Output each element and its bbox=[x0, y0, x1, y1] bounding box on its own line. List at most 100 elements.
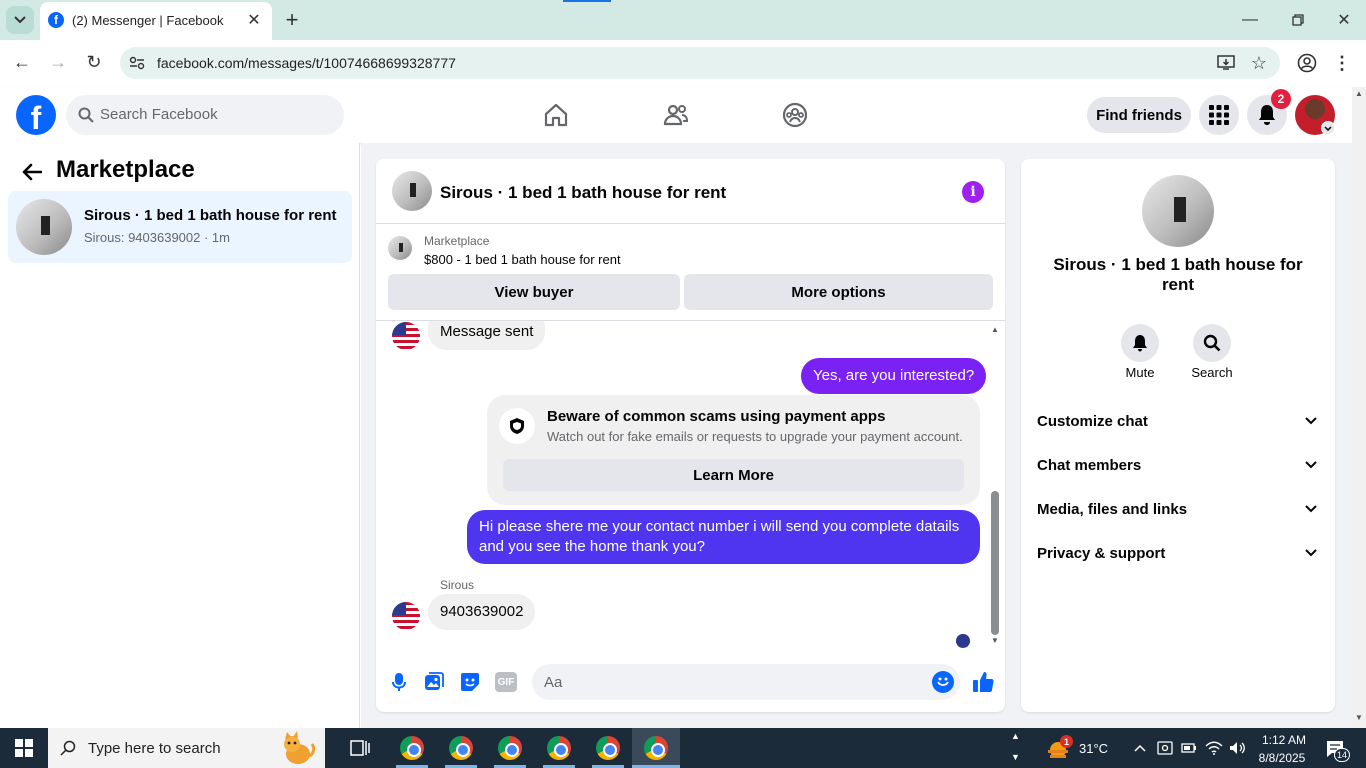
battery-icon[interactable] bbox=[1180, 738, 1198, 758]
thumbs-up-icon[interactable] bbox=[971, 669, 995, 695]
read-receipt-avatar bbox=[956, 634, 970, 648]
url-text: facebook.com/messages/t/1007466869932877… bbox=[157, 55, 456, 71]
search-label: Search bbox=[1191, 365, 1233, 380]
meet-now-icon[interactable] bbox=[1156, 738, 1174, 758]
search-conversation-button[interactable] bbox=[1193, 324, 1231, 362]
page-scrollbar[interactable]: ▲ ▼ bbox=[1352, 87, 1366, 728]
home-nav-icon[interactable] bbox=[536, 97, 576, 133]
taskbar-search-placeholder: Type here to search bbox=[88, 740, 221, 757]
menu-grid-button[interactable] bbox=[1199, 95, 1239, 135]
info-icon[interactable]: i bbox=[962, 181, 984, 203]
chrome-icon bbox=[547, 736, 571, 760]
windows-start-icon[interactable] bbox=[0, 728, 48, 768]
message-input-placeholder: Aa bbox=[544, 674, 563, 691]
facebook-search-input[interactable]: Search Facebook bbox=[66, 95, 344, 135]
emoji-icon[interactable] bbox=[932, 671, 954, 693]
chrome-icon bbox=[644, 736, 668, 760]
minimize-icon[interactable]: — bbox=[1236, 8, 1264, 32]
shield-icon bbox=[499, 408, 535, 444]
message-bubble-incoming[interactable]: Message sent bbox=[428, 321, 546, 350]
section-label: Customize chat bbox=[1037, 413, 1148, 430]
find-friends-button[interactable]: Find friends bbox=[1087, 97, 1191, 133]
message-bubble-outgoing[interactable]: Hi please shere me your contact number i… bbox=[467, 510, 980, 564]
customize-chat-section[interactable]: Customize chat bbox=[1029, 404, 1327, 438]
listing-title[interactable]: $800 - 1 bed 1 bath house for rent bbox=[424, 252, 621, 267]
chevron-down-icon bbox=[1305, 417, 1317, 425]
taskbar-chrome-app[interactable] bbox=[486, 728, 534, 768]
taskbar-scroll[interactable]: ▲ ▼ bbox=[1008, 730, 1024, 766]
forward-icon[interactable]: → bbox=[46, 50, 70, 74]
message-input[interactable]: Aa bbox=[532, 664, 960, 700]
message-bubble-outgoing[interactable]: Yes, are you interested? bbox=[801, 358, 987, 394]
chrome-icon bbox=[449, 736, 473, 760]
account-chevron-icon[interactable] bbox=[1321, 121, 1335, 135]
chat-scroll-thumb[interactable] bbox=[991, 491, 999, 635]
volume-icon[interactable] bbox=[1228, 738, 1248, 758]
section-label: Media, files and links bbox=[1037, 501, 1188, 518]
address-bar[interactable]: facebook.com/messages/t/1007466869932877… bbox=[120, 47, 1280, 79]
section-label: Privacy & support bbox=[1037, 545, 1166, 562]
taskbar-chrome-app[interactable] bbox=[437, 728, 485, 768]
friends-nav-icon[interactable] bbox=[656, 97, 696, 133]
media-files-links-section[interactable]: Media, files and links bbox=[1029, 492, 1327, 526]
mute-button[interactable] bbox=[1121, 324, 1159, 362]
learn-more-button[interactable]: Learn More bbox=[503, 459, 964, 491]
listing-source: Marketplace bbox=[424, 234, 490, 248]
scam-warning-card: Beware of common scams using payment app… bbox=[487, 395, 980, 505]
gif-icon[interactable]: GIF bbox=[495, 672, 517, 692]
chat-members-section[interactable]: Chat members bbox=[1029, 448, 1327, 482]
close-tab-icon[interactable]: ✕ bbox=[244, 10, 264, 30]
more-options-button[interactable]: More options bbox=[684, 274, 993, 310]
weather-badge: 1 bbox=[1060, 735, 1073, 748]
clock-time[interactable]: 1:12 AM bbox=[1256, 733, 1312, 747]
sticker-icon[interactable] bbox=[459, 670, 481, 694]
site-settings-icon[interactable] bbox=[128, 54, 146, 72]
task-view-icon[interactable] bbox=[336, 728, 384, 768]
back-arrow-icon[interactable] bbox=[18, 158, 46, 186]
taskbar-chrome-app[interactable] bbox=[535, 728, 583, 768]
chrome-icon bbox=[596, 736, 620, 760]
message-bubble-incoming[interactable]: 9403639002 bbox=[428, 594, 536, 630]
tab-search-button[interactable] bbox=[6, 6, 34, 34]
taskbar-chrome-app-active[interactable] bbox=[632, 728, 680, 768]
tab-title: (2) Messenger | Facebook bbox=[72, 13, 224, 28]
profile-icon[interactable] bbox=[1296, 52, 1318, 74]
header-divider bbox=[376, 223, 1005, 224]
bell-icon bbox=[1133, 335, 1147, 352]
back-icon[interactable]: ← bbox=[10, 50, 34, 74]
scam-warning-body: Watch out for fake emails or requests to… bbox=[547, 429, 963, 444]
taskbar-chrome-app[interactable] bbox=[584, 728, 632, 768]
new-tab-icon[interactable]: + bbox=[280, 7, 304, 32]
view-buyer-button[interactable]: View buyer bbox=[388, 274, 680, 310]
notification-count-badge: 14 bbox=[1334, 748, 1350, 762]
tab-indicator bbox=[563, 0, 611, 2]
browser-tab[interactable]: f (2) Messenger | Facebook ✕ bbox=[40, 2, 272, 40]
facebook-logo-icon[interactable]: f bbox=[16, 95, 56, 136]
taskbar-chrome-app[interactable] bbox=[388, 728, 436, 768]
photo-icon[interactable] bbox=[423, 670, 445, 694]
conversation-item[interactable]: Sirous · 1 bed 1 bath house for rent Sir… bbox=[8, 191, 352, 263]
bookmark-star-icon[interactable]: ☆ bbox=[1248, 52, 1270, 74]
network-icon[interactable] bbox=[1204, 738, 1224, 758]
scam-warning-title: Beware of common scams using payment app… bbox=[547, 408, 886, 425]
listing-thumbnail bbox=[388, 236, 412, 260]
restore-icon[interactable] bbox=[1284, 8, 1312, 32]
privacy-support-section[interactable]: Privacy & support bbox=[1029, 536, 1327, 570]
clock-date[interactable]: 8/8/2025 bbox=[1252, 751, 1312, 765]
chat-avatar[interactable] bbox=[392, 171, 432, 211]
install-app-icon[interactable] bbox=[1216, 53, 1236, 73]
temperature[interactable]: 31°C bbox=[1079, 741, 1108, 756]
chat-scrollbar[interactable]: ▲ ▼ bbox=[990, 323, 1000, 649]
browser-menu-icon[interactable]: ⋮ bbox=[1333, 52, 1351, 74]
reload-icon[interactable]: ↻ bbox=[82, 50, 106, 74]
chat-title[interactable]: Sirous · 1 bed 1 bath house for rent bbox=[440, 183, 726, 203]
sender-avatar bbox=[392, 322, 420, 350]
groups-nav-icon[interactable] bbox=[775, 97, 815, 133]
microphone-icon[interactable] bbox=[388, 670, 410, 694]
search-placeholder: Search Facebook bbox=[100, 106, 218, 123]
search-highlight-cat-icon bbox=[274, 730, 318, 766]
show-hidden-icons-icon[interactable] bbox=[1132, 738, 1148, 758]
search-icon bbox=[60, 740, 76, 756]
close-window-icon[interactable]: ✕ bbox=[1330, 8, 1358, 32]
taskbar-search-box[interactable]: Type here to search bbox=[48, 728, 325, 768]
